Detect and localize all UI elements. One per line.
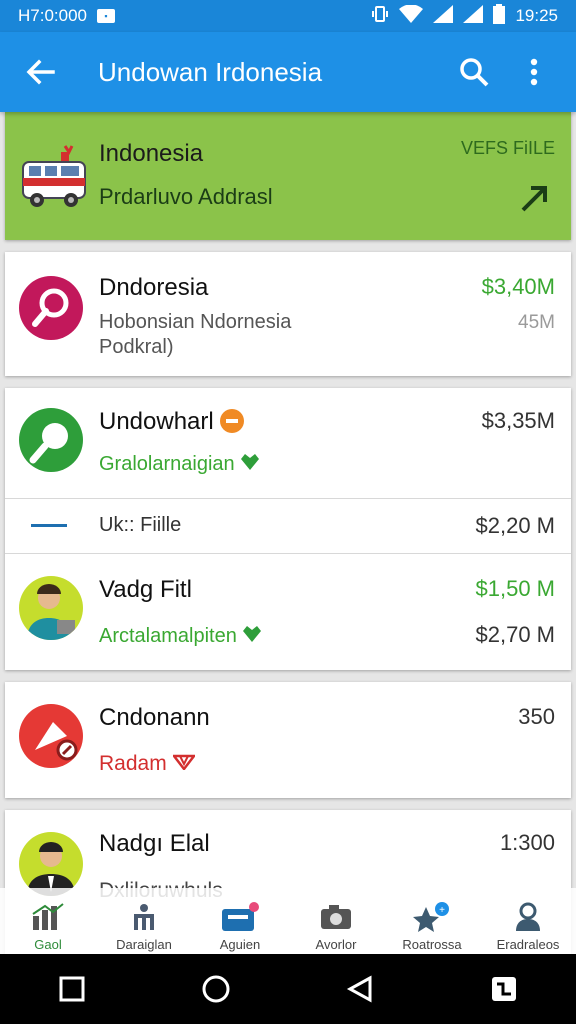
- nav-item-roatrossa[interactable]: + Roatrossa: [384, 888, 480, 954]
- home-button[interactable]: [186, 959, 246, 1019]
- banner-title: Indonesia: [99, 140, 204, 167]
- signal-icon-2: [463, 4, 484, 28]
- heart-icon: [242, 625, 262, 647]
- notification-icon: ▪: [97, 9, 115, 23]
- nav-label: Roatrossa: [402, 937, 462, 952]
- more-options-button[interactable]: [512, 50, 556, 94]
- wallet-icon: [220, 897, 260, 937]
- list-item[interactable]: Uk:: Fiille $2,20 M: [5, 499, 571, 553]
- list-item[interactable]: Dndoresia Hobonsian Ndornesia Podkral) $…: [5, 252, 571, 376]
- status-bar: Н7:0:000 ▪ 19:25: [0, 0, 576, 32]
- vibrate-icon: [371, 5, 389, 28]
- item-subtitle-text: Radam: [99, 752, 167, 775]
- system-back-button[interactable]: [330, 959, 390, 1019]
- item-subtitle: Hobonsian Ndornesia Podkral): [99, 310, 291, 360]
- app-bar: Undowan Irdonesia: [0, 32, 576, 112]
- nav-label: Gaol: [34, 937, 62, 952]
- nav-label: Daraiglan: [116, 937, 172, 952]
- diamond-icon: [171, 752, 197, 775]
- item-name: Undowharl: [99, 408, 245, 436]
- recents-button[interactable]: [42, 959, 102, 1019]
- item-subtitle: Gralolarnaigian: [99, 452, 260, 477]
- list-item[interactable]: Vadg Fitl Arctalamalpiten $1,50 M $2,70 …: [5, 554, 571, 670]
- item-value-secondary: $2,70 M: [475, 622, 556, 647]
- more-vert-icon: [530, 58, 538, 86]
- item-name: Nadgı Elal: [99, 830, 210, 857]
- dash-icon: [31, 524, 67, 527]
- chart-icon: [31, 897, 65, 937]
- nav-label: Avorlor: [315, 937, 357, 952]
- item-name: Uk:: Fiille: [99, 514, 182, 536]
- item-subtitle-line1: Hobonsian Ndornesia: [99, 311, 292, 333]
- camera-icon: [319, 897, 353, 937]
- nav-label: Aguien: [219, 937, 261, 952]
- bus-icon: [17, 144, 87, 215]
- person-avatar-icon: [19, 832, 83, 896]
- nav-item-aguien[interactable]: Aguien: [192, 888, 288, 954]
- nav-item-gaol[interactable]: Gaol: [0, 888, 96, 954]
- item-name: Vadg Fitl: [99, 576, 192, 603]
- nav-item-avorlor[interactable]: Avorlor: [288, 888, 384, 954]
- arrow-left-icon: [26, 59, 55, 85]
- item-subtitle-text: Arctalamalpiten: [99, 625, 237, 647]
- search-circle-icon: [19, 408, 83, 472]
- person-icon: [513, 897, 543, 937]
- item-name-text: Undowharl: [99, 408, 214, 435]
- item-value: 1:300: [499, 830, 555, 855]
- square-icon: [59, 976, 85, 1002]
- search-icon: [460, 58, 489, 87]
- item-subtitle-line2: Podkral): [99, 336, 174, 358]
- app-switch-button[interactable]: [474, 959, 534, 1019]
- building-icon: [129, 897, 159, 937]
- item-value: $3,35M: [481, 408, 555, 433]
- banner-tag: VEFS FiILE: [460, 138, 555, 158]
- triangle-back-icon: [346, 975, 372, 1003]
- item-value: $2,20 M: [475, 513, 556, 538]
- wifi-icon: [399, 3, 424, 28]
- star-badge-icon: +: [412, 897, 452, 937]
- item-name: Dndoresia: [99, 274, 209, 301]
- page-title: Undowan Irdonesia: [98, 56, 323, 87]
- list-item[interactable]: Cndonann Radam 350: [5, 682, 571, 798]
- clock: 19:25: [515, 6, 558, 25]
- item-value: $3,40M: [481, 274, 555, 299]
- nav-item-eradraleos[interactable]: Eradraleos: [480, 888, 576, 954]
- banner-subtitle: Prdarluvo Addrasl: [99, 184, 273, 209]
- heart-icon: [240, 453, 260, 475]
- item-subtitle: Arctalamalpiten: [99, 624, 262, 649]
- featured-banner[interactable]: Indonesia Prdarluvo Addrasl VEFS FiILE: [5, 112, 571, 240]
- minus-badge-icon: [220, 408, 245, 433]
- back-button[interactable]: [20, 52, 60, 92]
- person-avatar-icon: [19, 576, 83, 640]
- circle-icon: [202, 975, 230, 1003]
- svg-text:+: +: [439, 905, 445, 916]
- item-subtitle-text: Gralolarnaigian: [99, 453, 235, 475]
- list-card: Dndoresia Hobonsian Ndornesia Podkral) $…: [5, 252, 571, 376]
- nav-label: Eradraleos: [496, 937, 560, 952]
- item-name: Cndonann: [99, 704, 210, 731]
- app-icon: [492, 977, 516, 1001]
- system-navigation-bar: [0, 954, 576, 1024]
- list-card: Cndonann Radam 350: [5, 682, 571, 798]
- item-subtitle: Radam: [99, 750, 197, 776]
- item-value-secondary: 45M: [518, 312, 555, 333]
- item-value: $1,50 M: [475, 576, 556, 601]
- blocked-pin-icon: [19, 704, 83, 768]
- search-button[interactable]: [452, 50, 496, 94]
- item-value: 350: [518, 704, 555, 729]
- navigate-arrow-icon[interactable]: [519, 182, 551, 219]
- nav-item-daraiglan[interactable]: Daraiglan: [96, 888, 192, 954]
- list-item[interactable]: Undowharl Gralolarnaigian $3,35M: [5, 388, 571, 498]
- pin-icon: [19, 276, 83, 340]
- status-left-text: Н7:0:000: [18, 6, 87, 25]
- bottom-navigation: Gaol Daraiglan Aguien Avorlor + Roatross…: [0, 888, 576, 954]
- list-card: Undowharl Gralolarnaigian $3,35M Uk:: Fi…: [5, 388, 571, 670]
- battery-icon: [493, 3, 506, 29]
- signal-icon: [433, 4, 454, 28]
